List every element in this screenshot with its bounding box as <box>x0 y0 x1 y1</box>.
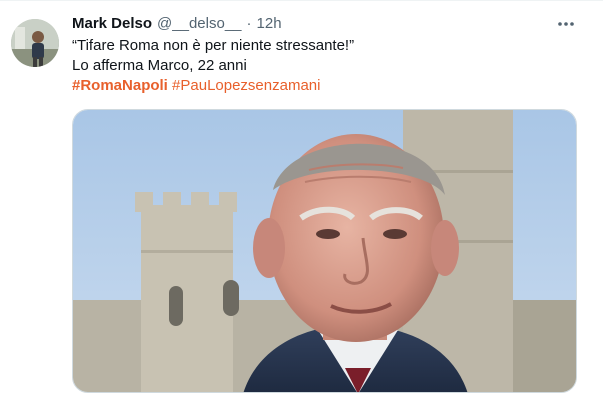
more-options-button[interactable] <box>555 13 577 35</box>
tweet-hashtags: #RomaNapoli #PauLopezsenzamani <box>72 76 354 96</box>
photo-elderly-man-portrait <box>73 110 576 392</box>
separator-dot: · <box>246 15 252 32</box>
tweet-header: Mark Delso @__delso__ · 12h <box>72 14 282 34</box>
avatar-image <box>11 19 59 67</box>
tweet-media-image[interactable] <box>72 109 577 393</box>
tweet-text-line-quote: “Tifare Roma non è per niente stressante… <box>72 37 355 54</box>
hashtag-link-romanapoli[interactable]: #RomaNapoli <box>72 77 168 94</box>
author-name[interactable]: Mark Delso <box>72 14 152 34</box>
tweet-timestamp[interactable]: 12h <box>257 14 282 34</box>
author-handle[interactable]: @__delso__ <box>157 14 241 34</box>
hashtag-link-paulopez[interactable]: #PauLopezsenzamani <box>172 77 320 94</box>
more-horizontal-icon <box>558 22 574 26</box>
tweet-text-line-attribution: Lo afferma Marco, 22 anni <box>72 57 247 74</box>
tweet-card[interactable]: Mark Delso @__delso__ · 12h “Tifare Roma… <box>0 0 603 403</box>
avatar[interactable] <box>11 19 59 67</box>
tweet-text: “Tifare Roma non è per niente stressante… <box>72 36 354 96</box>
